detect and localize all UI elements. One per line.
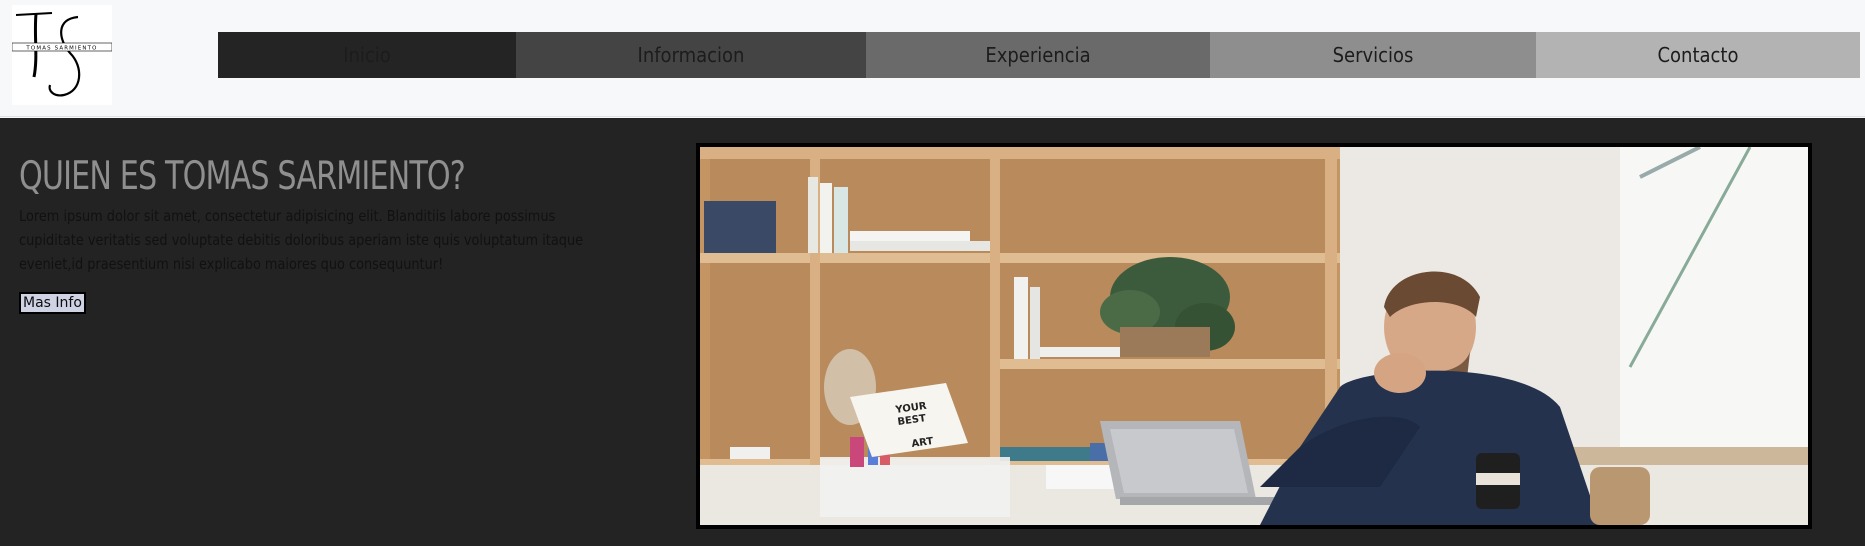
logo-icon: TOMAS SARMIENTO (12, 12, 112, 97)
site-header: TOMAS SARMIENTO Inicio Informacion Exper… (0, 0, 1865, 117)
more-info-button[interactable]: Mas Info (19, 292, 86, 314)
nav-item-label: Inicio (343, 43, 391, 67)
nav-item-experiencia[interactable]: Experiencia (866, 32, 1210, 78)
hero-title: QUIEN ES TOMAS SARMIENTO? (19, 154, 466, 199)
nav-item-contacto[interactable]: Contacto (1536, 32, 1860, 78)
nav-item-label: Contacto (1657, 43, 1739, 67)
nav-item-servicios[interactable]: Servicios (1210, 32, 1536, 78)
hero-section: QUIEN ES TOMAS SARMIENTO? Lorem ipsum do… (0, 118, 1865, 546)
nav-item-label: Experiencia (985, 43, 1091, 67)
nav-item-label: Informacion (637, 43, 745, 67)
nav-item-inicio[interactable]: Inicio (218, 32, 516, 78)
nav-item-label: Servicios (1332, 43, 1414, 67)
logo[interactable]: TOMAS SARMIENTO (12, 5, 112, 105)
hero-image: YOUR BEST ART (696, 143, 1812, 529)
main-nav: Inicio Informacion Experiencia Servicios… (218, 32, 1860, 78)
nav-item-informacion[interactable]: Informacion (516, 32, 866, 78)
hero-description: Lorem ipsum dolor sit amet, consectetur … (19, 207, 584, 273)
logo-text: TOMAS SARMIENTO (25, 46, 97, 52)
